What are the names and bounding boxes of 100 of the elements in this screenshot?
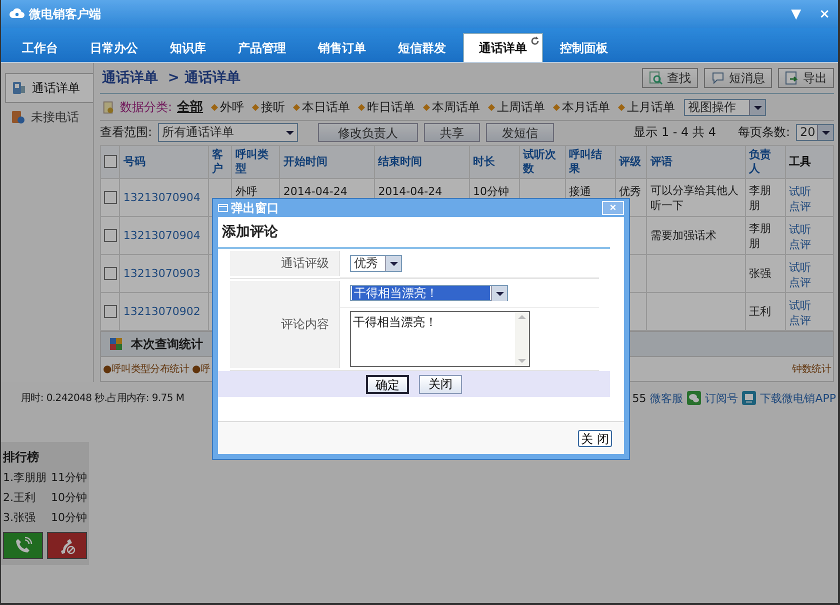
window-control[interactable]: ▼ [791,6,802,22]
nav-tab[interactable]: 短信群发 [383,34,461,62]
find-button[interactable]: 查找 [642,68,698,88]
preset-select[interactable]: 干得相当漂亮！ [350,285,508,301]
scroll-up-icon [518,315,526,319]
filter-link[interactable]: 外呼 [220,98,244,116]
range-select[interactable]: 所有通话详单 [158,122,298,142]
sidebar-item[interactable]: 未接电话 [1,103,93,131]
filter-link[interactable]: 全部 [177,98,204,116]
tool-link[interactable]: 点评 [788,314,811,327]
action-button[interactable]: 修改负责人 [318,122,418,142]
caret-icon [749,100,766,114]
message-button[interactable]: 短消息 [704,68,772,88]
column-header: 时长 [469,146,520,178]
select-all-checkbox[interactable] [104,155,117,168]
refresh-icon[interactable] [530,36,540,46]
rating-select[interactable]: 优秀 [350,254,402,272]
tool-link[interactable]: 试听 [788,185,811,198]
scroll-down-icon [518,359,526,363]
column-header: 结束时间 [374,146,470,178]
dialog-heading: 添加评论 [218,217,610,249]
table-cell: 张强 [749,267,772,280]
export-button[interactable]: 导出 [778,68,834,88]
view-select[interactable]: 视图操作 [684,98,766,116]
page-size-select[interactable]: 20 [796,124,834,140]
paging-info: 显示 1 - 4 共 4 [634,124,716,140]
caret-icon [385,256,401,270]
table-cell: 可以分享给其他人听一下 [650,184,738,212]
stats-link[interactable]: ●呼叫类型分布统计 [103,362,190,376]
table-cell: 10分钟 [472,185,509,198]
table-cell: 2014-04-24 [378,185,442,198]
close-button[interactable]: 关 闭 [578,430,612,446]
range-label: 查看范围: [100,124,152,140]
action-button[interactable]: 共享 [424,122,480,142]
filter-link[interactable]: 上周话单 [497,98,546,116]
ranking-time: 10分钟 [51,510,87,526]
window-control[interactable]: × [819,6,830,22]
tool-link[interactable]: 试听 [788,261,811,274]
close-button[interactable]: 关闭 [419,374,462,394]
row-checkbox[interactable] [104,267,117,280]
phone-list-icon [12,81,26,95]
nav-tab[interactable]: 知识库 [155,34,221,62]
page-size-label: 每页条数: [738,124,790,140]
row-checkbox[interactable] [104,191,117,204]
table-cell: 优秀 [618,185,641,198]
tool-link[interactable]: 试听 [788,299,811,312]
ranking-title: 排行榜 [3,449,40,466]
footer-link[interactable]: 订阅号 [705,390,738,406]
breadcrumb: 通话详单 > 通话详单 [102,69,240,87]
sidebar-item[interactable]: 通话详单 [5,73,93,103]
column-header: 号码 [120,146,209,178]
table-cell: 接通 [568,185,591,198]
filter-link[interactable]: 接听 [261,98,286,116]
footer-link[interactable]: 微客服 [650,390,684,406]
ranking-name: 3.张强 [3,510,36,526]
call-button[interactable] [3,532,43,559]
tool-link[interactable]: 试听 [788,223,811,236]
column-header: 负责人 [746,146,786,178]
filter-link[interactable]: 昨日话单 [367,98,416,116]
nav-tab[interactable]: 日常办公 [75,34,153,62]
chart-icon [109,337,123,351]
caret-icon [817,124,833,140]
ranking-time: 11分钟 [51,470,87,486]
field-label: 评论内容 [281,316,329,333]
filter-link[interactable]: 本月话单 [562,98,610,116]
popup-title: 弹出窗口 [231,200,279,216]
footer-link[interactable]: 下载微电销APP [760,390,836,406]
filter-link[interactable]: 上月话单 [627,98,676,116]
table-cell: 2014-04-24 [283,185,348,198]
tool-link[interactable]: 点评 [788,238,811,251]
comment-textarea[interactable]: 干得相当漂亮！ [350,311,530,367]
tool-link[interactable]: 点评 [788,200,811,213]
search-icon [649,71,663,85]
caret-icon [491,286,507,300]
window-title: 微电销客户端 [29,6,101,22]
confirm-button[interactable]: 确定 [366,374,409,394]
nav-tab[interactable]: 产品管理 [223,34,301,62]
chat-icon [687,391,702,405]
filter-link[interactable]: 本日话单 [302,98,350,116]
column-header: 开始时间 [280,146,375,178]
hang-up-button[interactable] [47,532,87,559]
nav-tab[interactable]: 通话详单 [463,33,543,62]
action-button[interactable]: 发短信 [486,122,554,142]
tool-link[interactable]: 点评 [788,276,811,289]
column-header: 评级 [615,146,647,178]
table-cell: 李朋朋 [749,222,772,250]
table-cell: 外呼 [235,185,258,198]
download-icon [742,391,756,405]
row-checkbox[interactable] [104,229,117,242]
stats-link[interactable]: ●呼 [192,362,210,376]
nav-tab[interactable]: 工作台 [7,34,73,62]
ranking-time: 10分钟 [51,490,87,506]
nav-tab[interactable]: 销售订单 [303,34,381,62]
nav-tab[interactable]: 控制面板 [545,34,623,62]
filter-link[interactable]: 本周话单 [432,98,480,116]
window-icon [218,204,228,212]
column-header: 试听次数 [519,146,566,178]
row-checkbox[interactable] [104,305,117,318]
missed-call-icon [11,110,25,124]
stats-link[interactable]: 钟数统计 [792,362,831,376]
